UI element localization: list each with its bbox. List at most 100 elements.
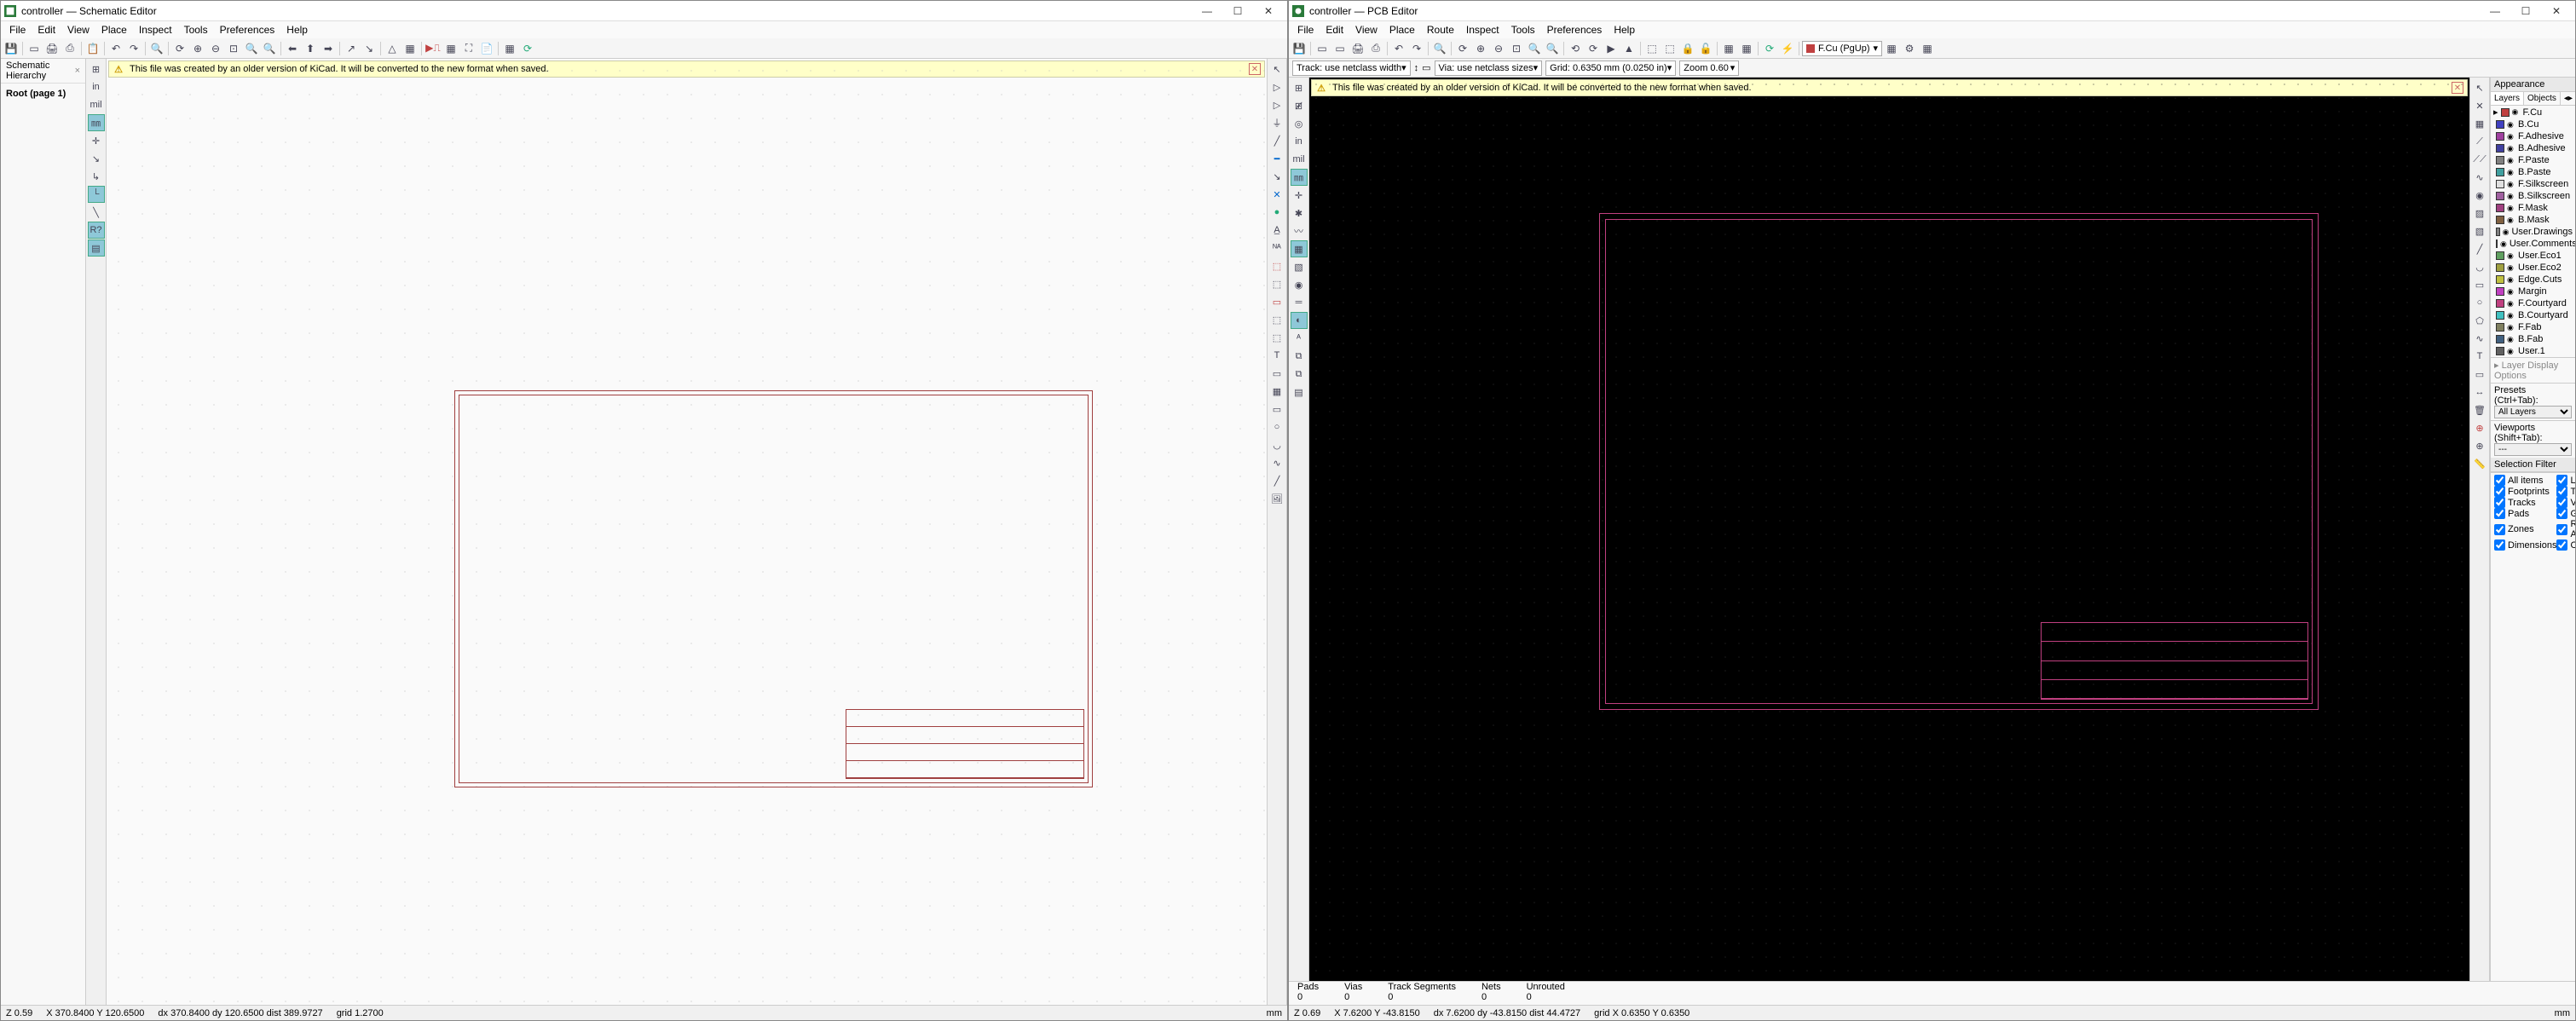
annotate-icon[interactable]: R?: [88, 222, 105, 239]
layer-row[interactable]: ◉User.Comments: [2491, 238, 2575, 250]
menu-file[interactable]: File: [4, 22, 31, 37]
checkbox[interactable]: [2494, 475, 2505, 486]
filter-checkbox[interactable]: All items: [2494, 475, 2556, 486]
filter-checkbox[interactable]: Locked: [2556, 475, 2575, 486]
add-bus-icon[interactable]: ━: [1268, 150, 1285, 167]
layer-visibility-icon[interactable]: ◉: [2507, 263, 2515, 273]
delete-icon[interactable]: 🗑: [2471, 401, 2488, 418]
redo-icon[interactable]: ↷: [125, 40, 142, 57]
pcb-canvas[interactable]: ⚠ This file was created by an older vers…: [1309, 78, 2469, 981]
add-arc-icon[interactable]: ◡: [1268, 436, 1285, 453]
layer-visibility-icon[interactable]: ◉: [2507, 204, 2515, 213]
add-textbox-icon[interactable]: ▭: [1268, 365, 1285, 382]
draw-rect-icon[interactable]: ▭: [2471, 276, 2488, 293]
board-setup-icon[interactable]: ▭: [1314, 40, 1331, 57]
menu-place[interactable]: Place: [1384, 22, 1420, 37]
outline-pad-icon[interactable]: ▧: [1291, 258, 1308, 275]
menu-inspect[interactable]: Inspect: [134, 22, 177, 37]
add-label-icon[interactable]: A̲: [1268, 222, 1285, 239]
netlist-icon[interactable]: ▦: [401, 40, 419, 57]
nav-back-icon[interactable]: ⬅: [284, 40, 301, 57]
zoom-out-icon[interactable]: ⊖: [1490, 40, 1507, 57]
find-icon[interactable]: 🔍: [1431, 40, 1448, 57]
close-button[interactable]: ✕: [1253, 2, 1284, 20]
menu-help[interactable]: Help: [281, 22, 313, 37]
filter-checkbox[interactable]: Other: [2556, 539, 2575, 551]
outline-track-icon[interactable]: ═: [1291, 294, 1308, 311]
save-icon[interactable]: 💾: [3, 40, 20, 57]
filter-checkbox[interactable]: Tracks: [2494, 497, 2556, 508]
layer-row[interactable]: ◉F.Mask: [2491, 202, 2575, 214]
zoom-fit-icon[interactable]: ⊡: [1508, 40, 1525, 57]
filter-checkbox[interactable]: Vias: [2556, 497, 2575, 508]
layer-pair-icon[interactable]: ▦: [1883, 40, 1900, 57]
plot-icon[interactable]: ⎙: [61, 40, 78, 57]
add-table-icon[interactable]: ▦: [1268, 383, 1285, 400]
sync-sheet-pins-icon[interactable]: ⬚: [1268, 311, 1285, 328]
presets-dropdown[interactable]: All Layers: [2494, 406, 2572, 418]
layer-visibility-icon[interactable]: ◉: [2507, 192, 2515, 201]
add-image-icon[interactable]: 🖼: [1268, 490, 1285, 507]
tune-length-icon[interactable]: ∿: [2471, 169, 2488, 186]
checkbox[interactable]: [2556, 486, 2567, 497]
layer-row[interactable]: ◉B.Cu: [2491, 118, 2575, 130]
layer-row[interactable]: ◉B.Mask: [2491, 214, 2575, 226]
add-rule-area-icon[interactable]: ▧: [2471, 222, 2488, 239]
line-mode-icon[interactable]: ↳: [88, 168, 105, 185]
add-bus-entry-icon[interactable]: ↘: [1268, 168, 1285, 185]
add-footprint-icon[interactable]: ▦: [2471, 115, 2488, 132]
zoom-sel-icon[interactable]: 🔍: [1544, 40, 1561, 57]
set-origin-icon[interactable]: ⊕: [2471, 419, 2488, 436]
measure-icon[interactable]: 📏: [2471, 455, 2488, 472]
layer-visibility-icon[interactable]: ◉: [2507, 251, 2515, 261]
layers-mgr-icon[interactable]: ▤: [1291, 384, 1308, 401]
run-sim-icon[interactable]: ▶⎍: [425, 40, 442, 57]
menu-help[interactable]: Help: [1609, 22, 1640, 37]
add-circle-icon[interactable]: ○: [1268, 418, 1285, 436]
menu-route[interactable]: Route: [1422, 22, 1459, 37]
close-panel-icon[interactable]: ×: [75, 66, 80, 76]
hierarchy-nav-icon[interactable]: ▤: [88, 239, 105, 257]
layer-row[interactable]: ◉B.Fab: [2491, 333, 2575, 345]
cursor-shape-icon[interactable]: ✛: [88, 132, 105, 149]
layer-visibility-icon[interactable]: ◉: [2512, 107, 2521, 117]
contrast-icon[interactable]: ◐: [1291, 312, 1308, 329]
erc-triangle-icon[interactable]: △: [384, 40, 401, 57]
page-settings-icon[interactable]: ▭: [26, 40, 43, 57]
unit-mm-icon[interactable]: ㎜: [88, 114, 105, 131]
layer-visibility-icon[interactable]: ◉: [2507, 144, 2515, 153]
layer-visibility-icon[interactable]: ◉: [2507, 168, 2515, 177]
draw-poly-icon[interactable]: ⬠: [2471, 312, 2488, 329]
update-pcb-icon[interactable]: ⟳: [519, 40, 536, 57]
nav-up-icon[interactable]: ⬆: [302, 40, 319, 57]
group-icon[interactable]: ⬚: [1643, 40, 1661, 57]
unit-in-icon[interactable]: in: [1291, 133, 1308, 150]
outline-zone-icon[interactable]: ▦: [1291, 240, 1308, 257]
3d-viewer-icon[interactable]: ▦: [1738, 40, 1755, 57]
layer-visibility-icon[interactable]: ◉: [2507, 299, 2515, 309]
layer-visibility-icon[interactable]: ◉: [2507, 347, 2515, 356]
add-line-icon[interactable]: ╱: [1268, 472, 1285, 489]
polar-icon[interactable]: ◎: [1291, 115, 1308, 132]
add-junction-icon[interactable]: ●: [1268, 204, 1285, 221]
layer-display-options[interactable]: ▸ Layer Display Options: [2491, 357, 2575, 383]
symbol-editor-icon[interactable]: ▦: [442, 40, 459, 57]
close-button[interactable]: ✕: [2541, 2, 2572, 20]
undo-icon[interactable]: ↶: [1390, 40, 1407, 57]
add-rect-icon[interactable]: ▭: [1268, 401, 1285, 418]
grid-icon[interactable]: ⊞: [88, 61, 105, 78]
print-icon[interactable]: 🖨: [43, 40, 61, 57]
grid-dropdown[interactable]: Grid: 0.6350 mm (0.0250 in)▾: [1545, 61, 1676, 76]
mirror-h-icon[interactable]: ▲: [1620, 40, 1637, 57]
footprint-editor-icon[interactable]: ▦: [1720, 40, 1737, 57]
add-global-label-icon[interactable]: ⬚: [1268, 257, 1285, 274]
ratsnest-curved-icon[interactable]: 〰: [1291, 222, 1308, 239]
layer-visibility-icon[interactable]: ◉: [2507, 335, 2515, 344]
ratsnest-icon[interactable]: ✱: [1291, 205, 1308, 222]
lock-icon[interactable]: 🔒: [1679, 40, 1696, 57]
add-symbol-icon[interactable]: ▷: [1268, 96, 1285, 113]
highlight-net-icon[interactable]: ▷: [1268, 78, 1285, 95]
menu-file[interactable]: File: [1292, 22, 1319, 37]
route-diff-icon[interactable]: ⟋⟋: [2471, 151, 2488, 168]
add-sheet-icon[interactable]: ▭: [1268, 293, 1285, 310]
